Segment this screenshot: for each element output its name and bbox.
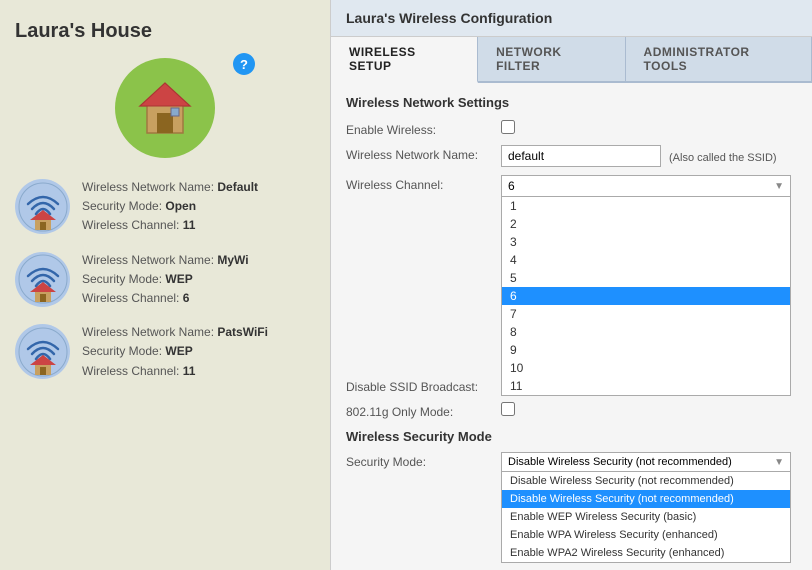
house-title: Laura's House [15, 20, 315, 43]
enable-wireless-checkbox[interactable] [501, 120, 515, 134]
channel-option[interactable]: 9 [502, 341, 790, 359]
network-name-row: Wireless Network Name: (Also called the … [346, 145, 797, 167]
network-icon-svg-1 [18, 182, 68, 232]
network-name-label: Wireless Network Name: [346, 145, 501, 162]
wireless-channel-control: 6 ▼ 1234567891011 [501, 175, 797, 197]
right-panel: Laura's Wireless Configuration Wireless … [330, 0, 812, 570]
ssid-note: (Also called the SSID) [669, 148, 777, 164]
tab-admin-tools[interactable]: Administrator Tools [626, 37, 812, 81]
security-option[interactable]: Enable WPA2 Wireless Security (enhanced) [502, 544, 790, 562]
security-option[interactable]: Enable WEP Wireless Security (basic) [502, 508, 790, 526]
house-icon-area: ? [15, 58, 315, 158]
network-name-input[interactable] [501, 145, 661, 167]
channel-dropdown-selected[interactable]: 6 ▼ [501, 175, 791, 197]
mode-control [501, 402, 797, 416]
tabs-bar: Wireless Setup Network Filter Administra… [331, 37, 812, 83]
security-mode-label: Security Mode: [346, 452, 501, 469]
security-dropdown[interactable]: Disable Wireless Security (not recommend… [501, 452, 791, 472]
chevron-down-icon: ▼ [774, 457, 784, 468]
network-item: Wireless Network Name: Default Security … [15, 178, 315, 236]
channel-option[interactable]: 3 [502, 233, 790, 251]
wireless-channel-label: Wireless Channel: [346, 175, 501, 192]
network-name-control: (Also called the SSID) [501, 145, 797, 167]
tab-network-filter[interactable]: Network Filter [478, 37, 625, 81]
content-area: Wireless Network Settings Enable Wireles… [331, 83, 812, 570]
left-panel: Laura's House ? [0, 0, 330, 570]
enable-wireless-control [501, 120, 797, 134]
network-list: Wireless Network Name: Default Security … [15, 178, 315, 381]
security-option[interactable]: Enable WPA Wireless Security (enhanced) [502, 526, 790, 544]
network-icon-1 [15, 179, 70, 234]
network-info-1: Wireless Network Name: Default Security … [82, 178, 258, 236]
channel-dropdown[interactable]: 6 ▼ 1234567891011 [501, 175, 791, 197]
channel-option[interactable]: 6 [502, 287, 790, 305]
security-option[interactable]: Disable Wireless Security (not recommend… [502, 490, 790, 508]
mode-checkbox[interactable] [501, 402, 515, 416]
security-mode-control: Disable Wireless Security (not recommend… [501, 452, 797, 472]
channel-option[interactable]: 2 [502, 215, 790, 233]
network-icon-3 [15, 324, 70, 379]
channel-option[interactable]: 11 [502, 377, 790, 395]
chevron-down-icon: ▼ [774, 181, 784, 192]
network-icon-svg-3 [18, 327, 68, 377]
channel-selected-value: 6 [508, 179, 515, 193]
network-icon-svg-2 [18, 254, 68, 304]
house-main-icon [135, 78, 195, 138]
network-info-3: Wireless Network Name: PatsWiFi Security… [82, 323, 268, 381]
channel-option[interactable]: 8 [502, 323, 790, 341]
tab-wireless-setup[interactable]: Wireless Setup [331, 37, 478, 83]
security-section-title: Wireless Security Mode [346, 429, 797, 444]
mode-label: 802.11g Only Mode: [346, 402, 501, 419]
mode-row: 802.11g Only Mode: [346, 402, 797, 419]
channel-option[interactable]: 4 [502, 251, 790, 269]
security-mode-row: Security Mode: Disable Wireless Security… [346, 452, 797, 472]
network-item: Wireless Network Name: PatsWiFi Security… [15, 323, 315, 381]
channel-option[interactable]: 10 [502, 359, 790, 377]
channel-option[interactable]: 7 [502, 305, 790, 323]
channel-option[interactable]: 1 [502, 197, 790, 215]
wireless-settings-title: Wireless Network Settings [346, 95, 797, 110]
network-icon-2 [15, 252, 70, 307]
network-info-2: Wireless Network Name: MyWi Security Mod… [82, 251, 249, 309]
channel-dropdown-list: 1234567891011 [501, 197, 791, 396]
panel-title: Laura's Wireless Configuration [331, 0, 812, 37]
network-item: Wireless Network Name: MyWi Security Mod… [15, 251, 315, 309]
enable-wireless-label: Enable Wireless: [346, 120, 501, 137]
security-selected-value: Disable Wireless Security (not recommend… [508, 456, 732, 468]
wireless-channel-row: Wireless Channel: 6 ▼ 1234567891011 [346, 175, 797, 197]
security-dropdown-list: Disable Wireless Security (not recommend… [501, 472, 791, 563]
disable-ssid-label: Disable SSID Broadcast: [346, 377, 501, 394]
house-circle [115, 58, 215, 158]
enable-wireless-row: Enable Wireless: [346, 120, 797, 137]
security-dropdown-selected[interactable]: Disable Wireless Security (not recommend… [501, 452, 791, 472]
help-badge[interactable]: ? [233, 53, 255, 75]
security-option[interactable]: Disable Wireless Security (not recommend… [502, 472, 790, 490]
channel-option[interactable]: 5 [502, 269, 790, 287]
ssid-row: (Also called the SSID) [501, 145, 797, 167]
